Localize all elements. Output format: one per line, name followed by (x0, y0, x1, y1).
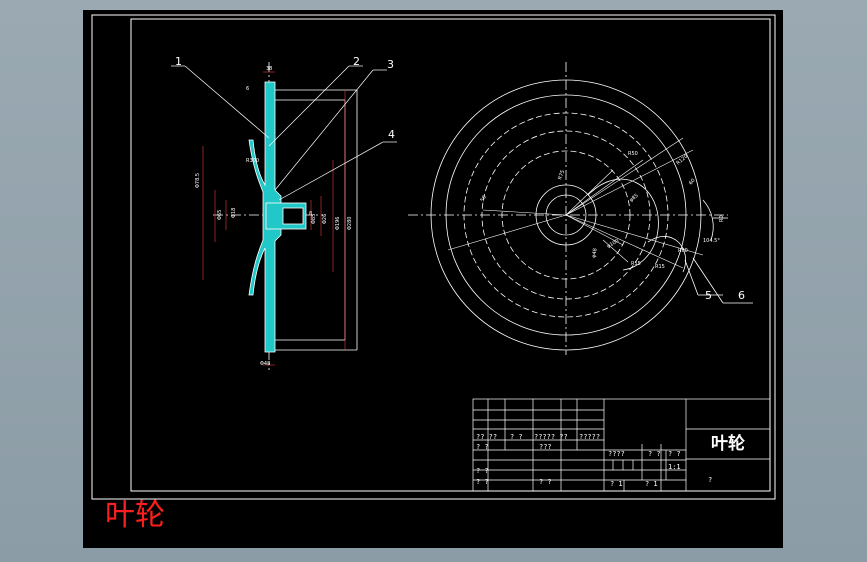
dim-r15-b: R15 (655, 264, 665, 270)
dim-phi18: Φ18 (231, 208, 237, 218)
dim-phi280: Φ280 (347, 217, 353, 230)
front-view (408, 62, 753, 355)
tb-cell: ? ? (539, 478, 552, 486)
angle-arc (702, 199, 714, 241)
tb-cell: ??? (539, 443, 552, 451)
dim-8: 8 (309, 211, 312, 217)
drawing-sheet: 1 2 3 4 38 6 R300 Φ78.5 Φ65 Φ18 Φ196 Φ28… (83, 10, 783, 548)
tb-cell: ? 1 (610, 480, 623, 488)
tb-cell: 1:1 (668, 463, 681, 471)
dim-phi65: Φ65 (217, 210, 223, 220)
dim-r15-a: R15 (631, 261, 641, 267)
dim-38: 38 (266, 66, 272, 72)
callout-3: 3 (387, 58, 394, 71)
tb-cell: ? ? (476, 467, 489, 475)
tb-cell: ? ? (668, 450, 681, 458)
side-view (171, 62, 397, 370)
tb-cell: ? (708, 476, 713, 484)
dim-phi48: Φ48 (260, 361, 270, 367)
callout-4: 4 (388, 128, 395, 141)
title-block-part-name: 叶轮 (711, 434, 745, 454)
dim-phi85-front: φ85 (628, 193, 639, 204)
tb-cell: ????? (579, 433, 601, 441)
dim-phi78: Φ78.5 (195, 173, 201, 188)
dim-phi48-front: φ48 (591, 248, 599, 259)
callout-6: 6 (738, 289, 745, 302)
dim-phi196: Φ196 (335, 217, 341, 230)
tb-cell: ???? (608, 450, 625, 458)
dim-60: 60 (688, 178, 697, 187)
outer-border (91, 14, 776, 500)
tb-cell: ? ? (510, 433, 523, 441)
tb-cell: ? ? (476, 443, 489, 451)
dim-r300: R300 (246, 158, 259, 164)
dim-phi100: φ100 (606, 238, 620, 250)
dim-r0: R0 (719, 215, 725, 222)
callout-5: 5 (705, 289, 712, 302)
callout-leaders (171, 65, 397, 201)
construction-lines (447, 137, 704, 269)
inner-border (130, 18, 771, 492)
dim-phi26: Φ26 (322, 214, 328, 224)
tb-cell: ? 1 (645, 480, 658, 488)
callout-2: 2 (353, 55, 360, 68)
dim-6: 6 (246, 86, 249, 92)
tb-cell: ?? ?? (476, 433, 498, 441)
dim-angle: 104.5° (703, 238, 720, 244)
dim-r60: R60 (678, 248, 688, 254)
tb-cell: ? ? (648, 450, 661, 458)
callout-1: 1 (175, 55, 182, 68)
drawing-caption: 叶轮 (105, 498, 165, 533)
dim-50: 50 (480, 194, 488, 203)
dim-r75: R75 (557, 169, 566, 180)
hub-bore (282, 207, 304, 225)
tb-cell: ? ? (476, 478, 489, 486)
dim-r50: R50 (628, 151, 638, 157)
tb-cell: ????? ?? (534, 433, 568, 441)
